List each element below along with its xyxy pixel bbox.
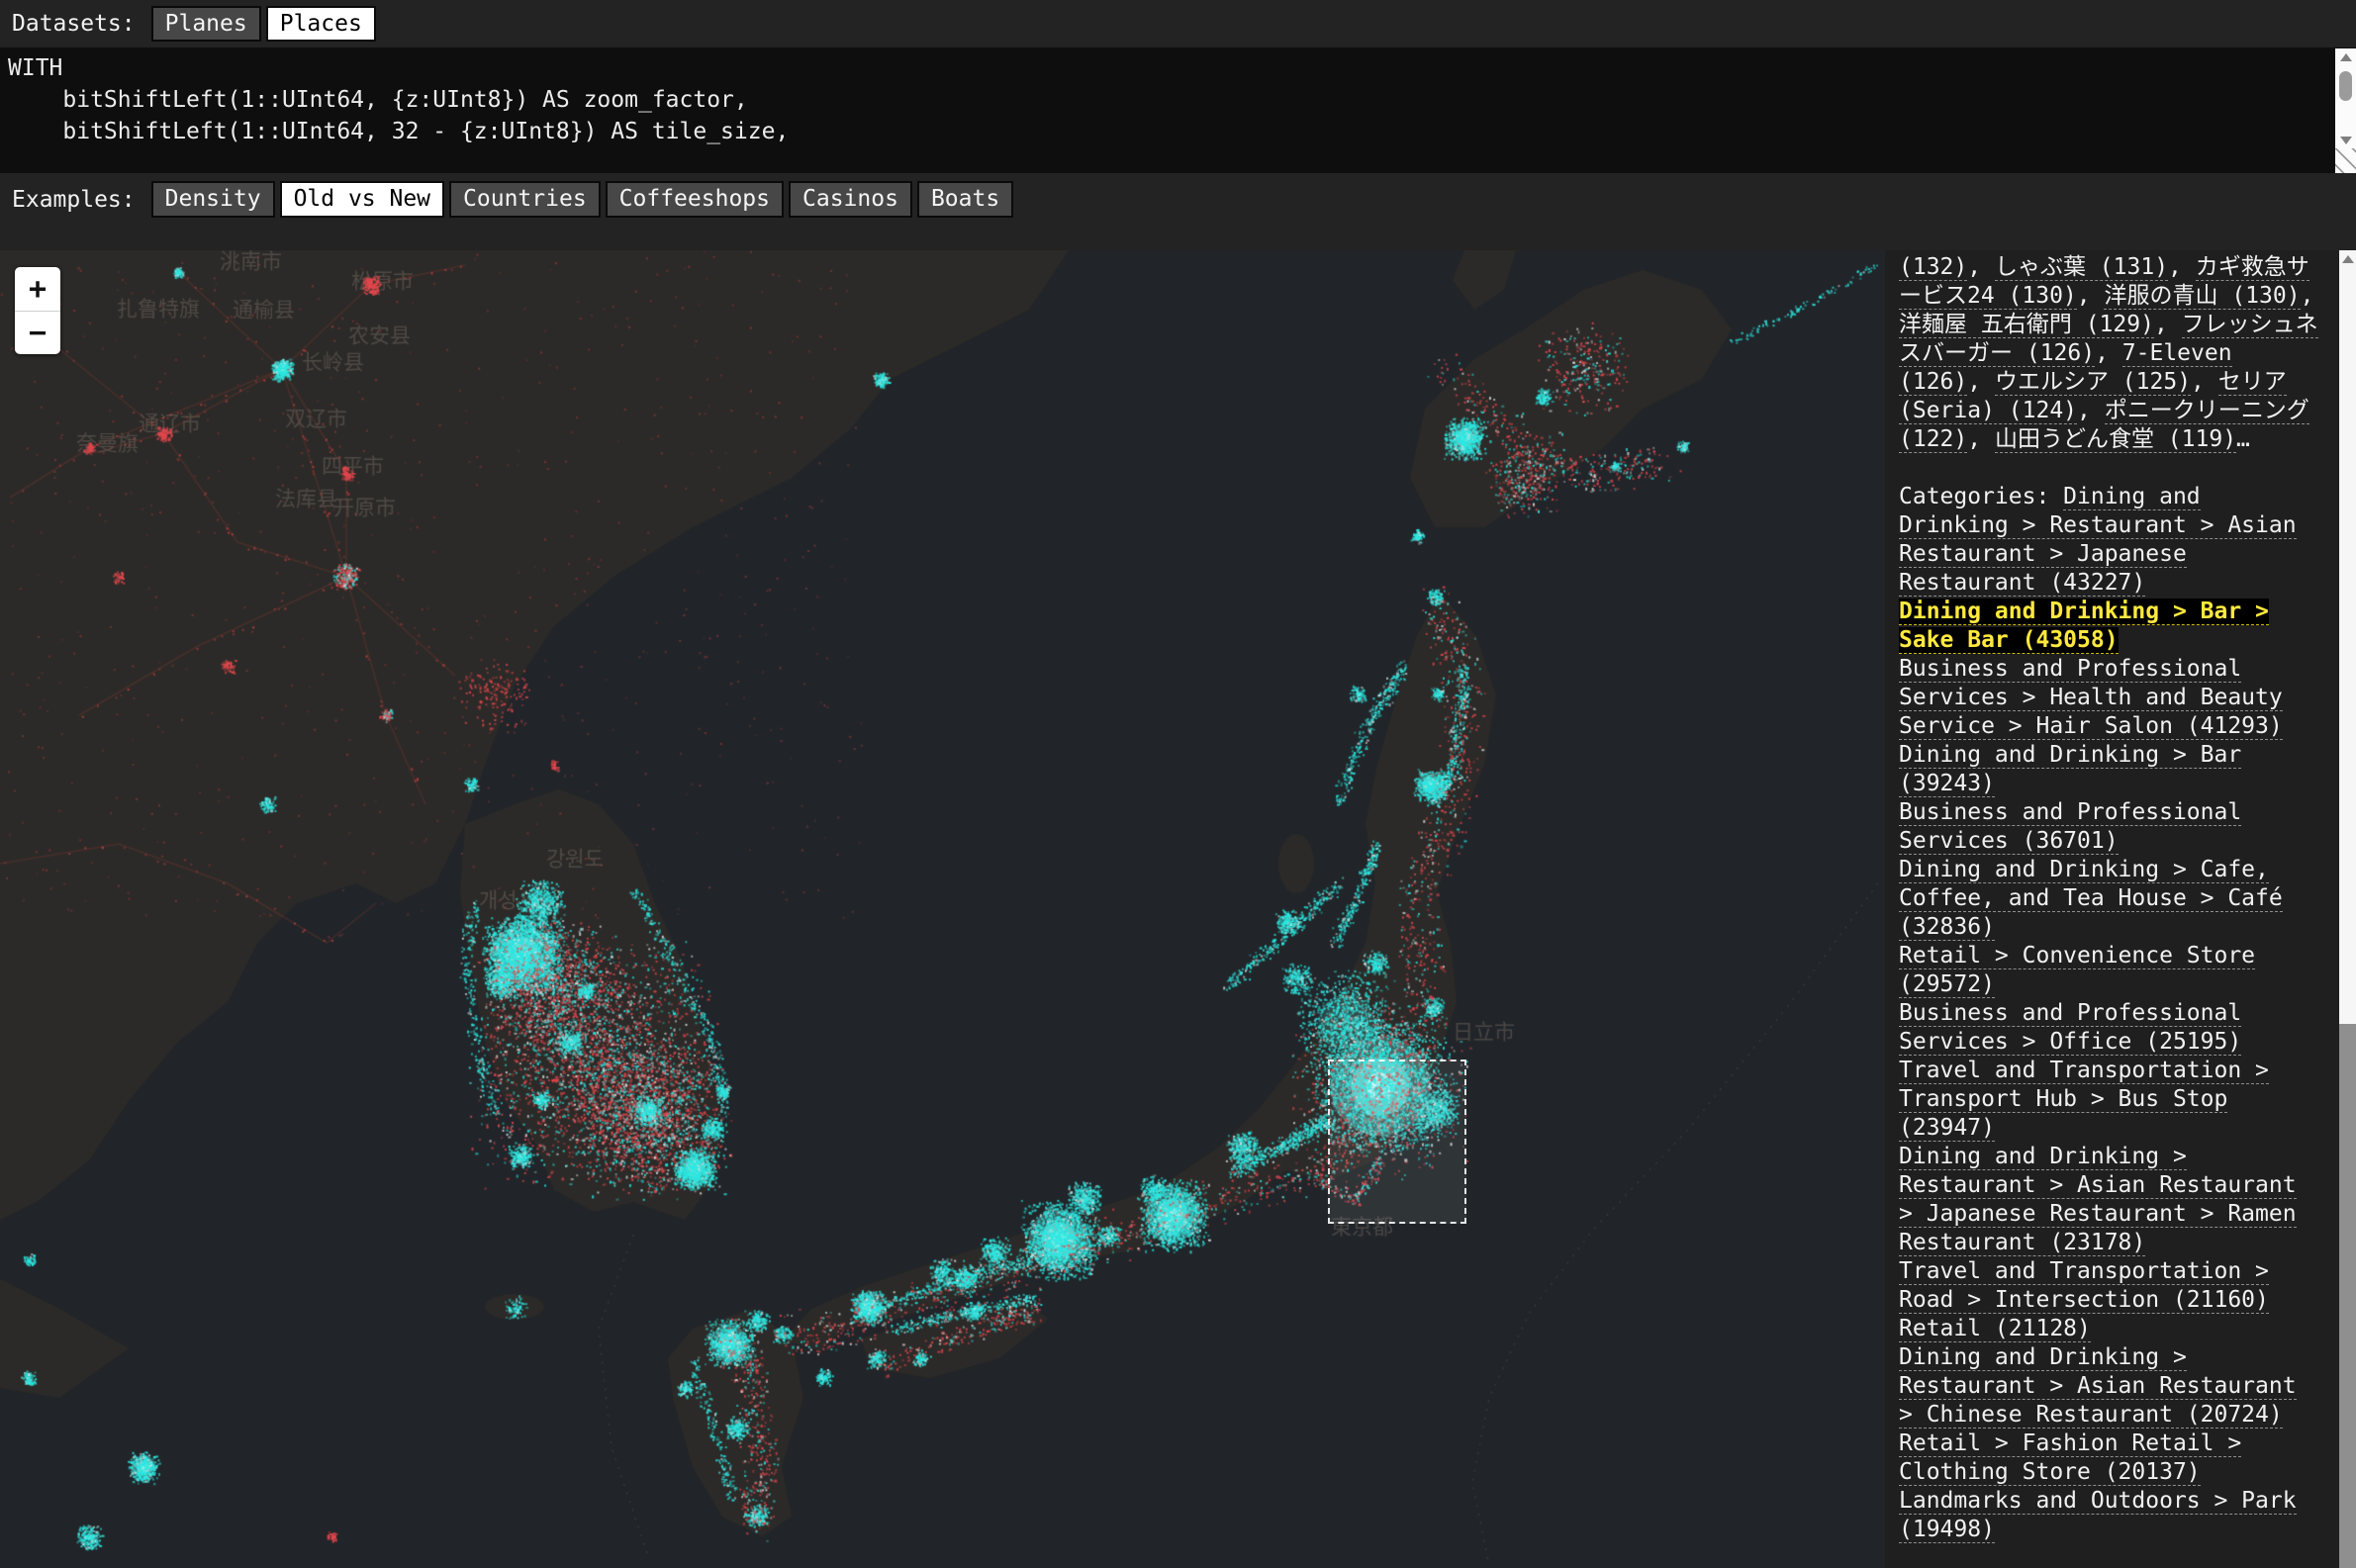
sql-editor-scrollbar[interactable]: [2335, 48, 2356, 148]
examples-bar: Examples: Density Old vs New Countries C…: [0, 173, 2356, 226]
status-bar: Processed 4.04 million rows, 42.32 MiB: [0, 226, 2356, 250]
example-button-boats[interactable]: Boats: [917, 181, 1013, 218]
category-link[interactable]: Travel and Transportation > Road > Inter…: [1899, 1258, 2269, 1314]
brand-link[interactable]: しゃぶ葉 (131): [1995, 254, 2168, 281]
sql-editor[interactable]: WITH bitShiftLeft(1::UInt64, {z:UInt8}) …: [0, 47, 2356, 173]
category-link[interactable]: Business and Professional Services (3670…: [1899, 799, 2241, 855]
textarea-resize-grip-icon[interactable]: [2335, 148, 2356, 173]
brand-link[interactable]: ウエルシア (125): [1995, 369, 2191, 396]
category-link[interactable]: Retail > Fashion Retail > Clothing Store…: [1899, 1430, 2241, 1486]
category-link[interactable]: Dining and Drinking > Restaurant > Asian…: [1899, 1344, 2297, 1429]
sql-code[interactable]: WITH bitShiftLeft(1::UInt64, {z:UInt8}) …: [0, 47, 2356, 147]
sidebar-scrollbar[interactable]: [2339, 250, 2356, 1568]
scroll-up-icon[interactable]: [2342, 255, 2354, 263]
datasets-bar: Datasets: Planes Places: [0, 0, 2356, 47]
example-button-countries[interactable]: Countries: [449, 181, 601, 218]
sidebar-scrollbar-thumb[interactable]: [2339, 1024, 2356, 1568]
category-link[interactable]: Dining and Drinking > Cafe, Coffee, and …: [1899, 857, 2283, 941]
map[interactable]: + −: [0, 250, 1885, 1568]
category-link[interactable]: Retail > Convenience Store (29572): [1899, 943, 2255, 998]
category-link[interactable]: Dining and Drinking > Restaurant > Asian…: [1899, 1144, 2297, 1256]
example-button-coffeeshops[interactable]: Coffeeshops: [606, 181, 784, 218]
datasets-label: Datasets:: [12, 11, 136, 37]
scroll-down-icon[interactable]: [2335, 137, 2356, 144]
example-button-density[interactable]: Density: [151, 181, 275, 218]
dataset-button-places[interactable]: Places: [266, 6, 376, 43]
category-link-selected[interactable]: Dining and Drinking > Bar > Sake Bar (43…: [1899, 599, 2269, 654]
category-link[interactable]: Business and Professional Services > Hea…: [1899, 656, 2283, 740]
category-link[interactable]: Landmarks and Outdoors > Park (19498): [1899, 1488, 2297, 1543]
brand-link[interactable]: (132): [1899, 254, 1967, 281]
sql-scrollbar-thumb[interactable]: [2339, 71, 2352, 101]
categories-list: Categories: Dining and Drinking > Restau…: [1899, 483, 2323, 1544]
example-button-casinos[interactable]: Casinos: [789, 181, 912, 218]
brands-list: (132), しゃぶ葉 (131), カギ救急サービス24 (130), 洋服の…: [1899, 253, 2323, 454]
examples-label: Examples:: [12, 187, 136, 213]
map-canvas[interactable]: [0, 250, 1885, 1568]
category-link[interactable]: Travel and Transportation > Transport Hu…: [1899, 1058, 2269, 1142]
map-zoom-control: + −: [15, 267, 60, 354]
selection-rectangle[interactable]: [1328, 1060, 1466, 1224]
category-link[interactable]: Retail (21128): [1899, 1316, 2091, 1342]
brand-link[interactable]: 洋服の青山 (130): [2104, 283, 2300, 310]
dataset-button-planes[interactable]: Planes: [151, 6, 261, 43]
zoom-in-button[interactable]: +: [15, 267, 60, 311]
results-sidebar: (132), しゃぶ葉 (131), カギ救急サービス24 (130), 洋服の…: [1885, 250, 2339, 1568]
brand-link[interactable]: 山田うどん食堂 (119): [1995, 426, 2236, 453]
category-link[interactable]: Business and Professional Services > Off…: [1899, 1000, 2241, 1056]
category-link[interactable]: Dining and Drinking > Bar (39243): [1899, 742, 2241, 797]
example-button-old-vs-new[interactable]: Old vs New: [280, 181, 444, 218]
brand-link[interactable]: 洋麺屋 五右衛門 (129): [1899, 312, 2154, 338]
zoom-out-button[interactable]: −: [15, 311, 60, 354]
scroll-up-icon[interactable]: [2340, 53, 2352, 61]
categories-label: Categories:: [1899, 484, 2063, 509]
